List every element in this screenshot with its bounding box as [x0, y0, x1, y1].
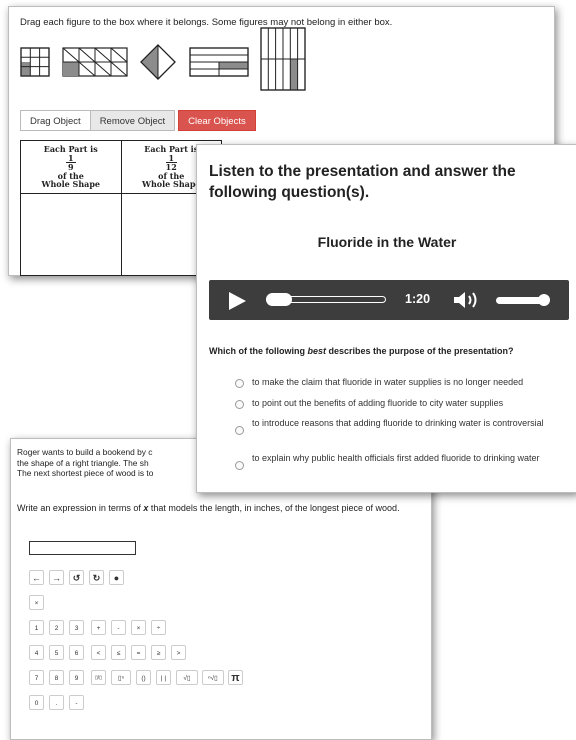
audio-time: 1:20: [405, 292, 431, 306]
plus-key[interactable]: +: [91, 620, 106, 635]
radio-button[interactable]: [235, 426, 244, 435]
clear-objects-button[interactable]: Clear Objects: [178, 110, 256, 131]
divide-key[interactable]: ÷: [151, 620, 166, 635]
option-text: to make the claim that fluoride in water…: [252, 377, 524, 387]
undo-key[interactable]: ↺: [69, 570, 84, 585]
key-6[interactable]: 6: [69, 645, 84, 660]
key-5[interactable]: 5: [49, 645, 64, 660]
pi-key[interactable]: π: [228, 670, 243, 685]
key-7[interactable]: 7: [29, 670, 44, 685]
volume-icon[interactable]: [453, 290, 483, 310]
less-equal-key[interactable]: ≤: [111, 645, 126, 660]
key-3[interactable]: 3: [69, 620, 84, 635]
question-part: Which of the following: [209, 346, 308, 356]
square-root-key[interactable]: √▯: [176, 670, 198, 685]
column-header: Each Part is 19 of the Whole Shape: [21, 141, 121, 194]
fraction: 19: [65, 153, 76, 172]
key-4[interactable]: 4: [29, 645, 44, 660]
exponent-key[interactable]: ▯ⁿ: [111, 670, 131, 685]
audio-question-panel: Listen to the presentation and answer th…: [196, 144, 576, 493]
times-key[interactable]: ×: [131, 620, 146, 635]
key-9[interactable]: 9: [69, 670, 84, 685]
fraction-key[interactable]: ▯/▯: [91, 670, 106, 685]
drop-zone-ninths[interactable]: Each Part is 19 of the Whole Shape: [21, 141, 122, 275]
decimal-key[interactable]: .: [49, 695, 64, 710]
key-1[interactable]: 1: [29, 620, 44, 635]
listen-prompt: Listen to the presentation and answer th…: [209, 163, 516, 201]
reset-key[interactable]: ●: [109, 570, 124, 585]
clear-key[interactable]: ×: [29, 595, 44, 610]
left-arrow-key[interactable]: ←: [29, 570, 44, 585]
negative-key[interactable]: -: [69, 695, 84, 710]
prompt-text: Write an expression in terms of: [17, 503, 144, 513]
parentheses-key[interactable]: (): [136, 670, 151, 685]
radio-button[interactable]: [235, 461, 244, 470]
key-2[interactable]: 2: [49, 620, 64, 635]
problem-line: The next shortest piece of wood is to: [17, 468, 154, 478]
question-part: describes the purpose of the presentatio…: [326, 346, 514, 356]
right-arrow-key[interactable]: →: [49, 570, 64, 585]
presentation-title: Fluoride in the Water: [317, 234, 457, 250]
audio-player: 1:20: [209, 280, 569, 320]
equals-key[interactable]: =: [131, 645, 146, 660]
write-prompt: Write an expression in terms of x that m…: [17, 503, 422, 514]
figure-split-rectangle[interactable]: [189, 47, 249, 77]
option-text: to point out the benefits of adding fluo…: [252, 398, 504, 408]
greater-equal-key[interactable]: ≥: [151, 645, 166, 660]
minus-key[interactable]: -: [111, 620, 126, 635]
radio-button[interactable]: [235, 379, 244, 388]
figure-grid-square[interactable]: [20, 47, 50, 77]
key-0[interactable]: 0: [29, 695, 44, 710]
absolute-value-key[interactable]: | |: [156, 670, 171, 685]
key-8[interactable]: 8: [49, 670, 64, 685]
answer-input[interactable]: [29, 541, 136, 555]
remove-object-button[interactable]: Remove Object: [89, 110, 176, 131]
play-icon[interactable]: [229, 292, 246, 310]
question-text: Which of the following best describes th…: [209, 346, 514, 356]
redo-key[interactable]: ↻: [89, 570, 104, 585]
problem-line: Roger wants to build a bookend by c: [17, 447, 153, 457]
drag-toolbar: Drag Object Remove Object Clear Objects: [20, 110, 256, 131]
figure-diamond[interactable]: [140, 44, 176, 80]
radio-button[interactable]: [235, 400, 244, 409]
figure-triangles-rectangle[interactable]: [62, 47, 128, 77]
drag-object-button[interactable]: Drag Object: [20, 110, 91, 131]
prompt-text: that models the length, in inches, of th…: [148, 503, 400, 513]
question-emphasis: best: [307, 346, 326, 356]
option-text: to explain why public health officials f…: [252, 453, 540, 463]
fraction: 1 12: [165, 153, 177, 172]
greater-than-key[interactable]: >: [171, 645, 186, 660]
problem-text: Roger wants to build a bookend by c the …: [17, 447, 203, 479]
problem-line: the shape of a right triangle. The sh: [17, 457, 149, 468]
drag-instruction: Drag each figure to the box where it bel…: [20, 17, 393, 28]
header-text: Whole Shape: [41, 179, 100, 189]
volume-handle[interactable]: [538, 294, 550, 306]
option-text: to introduce reasons that adding fluorid…: [252, 418, 544, 428]
figure-tall-strips[interactable]: [260, 27, 306, 91]
progress-handle[interactable]: [266, 293, 292, 306]
sorting-table: Each Part is 19 of the Whole Shape Each …: [20, 140, 222, 276]
nth-root-key[interactable]: ⁿ√▯: [202, 670, 224, 685]
less-than-key[interactable]: <: [91, 645, 106, 660]
